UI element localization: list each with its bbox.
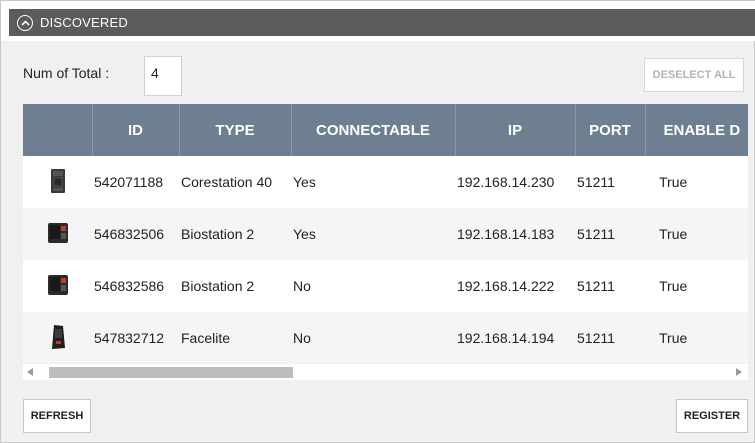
panel-title: DISCOVERED: [40, 15, 128, 30]
refresh-button[interactable]: REFRESH: [23, 399, 91, 433]
cell-id: 547832712: [92, 312, 179, 364]
column-header-enable[interactable]: ENABLE D: [644, 104, 748, 156]
device-image-cell: [23, 208, 92, 260]
scroll-left-arrow-icon[interactable]: [27, 368, 33, 376]
total-label: Num of Total :: [23, 65, 110, 81]
cell-id: 546832506: [92, 208, 179, 260]
facelite-device-icon: [50, 324, 66, 353]
table-row[interactable]: 546832586 Biostation 2 No 192.168.14.222…: [23, 260, 748, 312]
cell-port: 51211: [575, 208, 645, 260]
cell-ip: 192.168.14.230: [457, 174, 555, 190]
table-row[interactable]: 542071188 Corestation 40 Yes 192.168.14.…: [23, 156, 748, 208]
scrollbar-thumb[interactable]: [49, 367, 293, 378]
chevron-up-circle-icon[interactable]: [17, 14, 33, 31]
table-row[interactable]: 546832506 Biostation 2 Yes 192.168.14.18…: [23, 208, 748, 260]
total-count-field[interactable]: 4: [144, 56, 182, 96]
device-image-cell: [23, 312, 92, 364]
header-bar[interactable]: DISCOVERED: [9, 9, 755, 36]
column-header-port[interactable]: PORT: [574, 104, 645, 156]
biostation-device-icon: [47, 274, 69, 299]
discovered-panel: DISCOVERED Num of Total : 4 DESELECT ALL…: [0, 0, 755, 443]
cell-ip: 192.168.14.222: [457, 278, 555, 294]
column-header-ip[interactable]: IP: [454, 104, 575, 156]
table-row[interactable]: 547832712 Facelite No 192.168.14.194 512…: [23, 312, 748, 364]
column-header-type[interactable]: TYPE: [178, 104, 291, 156]
cell-type: Biostation 2: [181, 278, 255, 294]
scroll-right-arrow-icon[interactable]: [736, 368, 742, 376]
register-button[interactable]: REGISTER: [676, 399, 748, 433]
cell-connectable: No: [293, 278, 311, 294]
corestation-device-icon: [50, 168, 66, 197]
horizontal-scrollbar[interactable]: [23, 363, 748, 380]
cell-connectable: Yes: [291, 208, 455, 260]
cell-enable: True: [659, 174, 688, 190]
cell-type: Corestation 40: [181, 174, 273, 190]
cell-connectable: No: [291, 312, 455, 364]
cell-ip: 192.168.14.183: [455, 208, 575, 260]
device-image-cell: [23, 156, 92, 208]
biostation-device-icon: [47, 222, 69, 247]
cell-port: 51211: [575, 312, 645, 364]
cell-type: Biostation 2: [179, 208, 291, 260]
cell-enable: True: [659, 278, 688, 294]
cell-enable: True: [645, 312, 748, 364]
panel-header: DISCOVERED: [1, 1, 755, 41]
cell-id: 546832586: [94, 278, 165, 294]
cell-connectable: Yes: [293, 174, 316, 190]
cell-type: Facelite: [179, 312, 291, 364]
cell-enable: True: [645, 208, 748, 260]
column-header-connectable[interactable]: CONNECTABLE: [290, 104, 455, 156]
cell-port: 51211: [577, 278, 615, 294]
table-header-row: ID TYPE CONNECTABLE IP PORT ENABLE D: [23, 104, 748, 156]
cell-id: 542071188: [94, 174, 164, 190]
column-header-id[interactable]: ID: [91, 104, 179, 156]
device-image-cell: [23, 260, 92, 312]
column-header-icon[interactable]: [23, 104, 92, 156]
deselect-all-button[interactable]: DESELECT ALL: [644, 58, 744, 92]
discovered-table: ID TYPE CONNECTABLE IP PORT ENABLE D 542…: [23, 104, 748, 380]
cell-port: 51211: [577, 174, 615, 190]
cell-ip: 192.168.14.194: [455, 312, 575, 364]
